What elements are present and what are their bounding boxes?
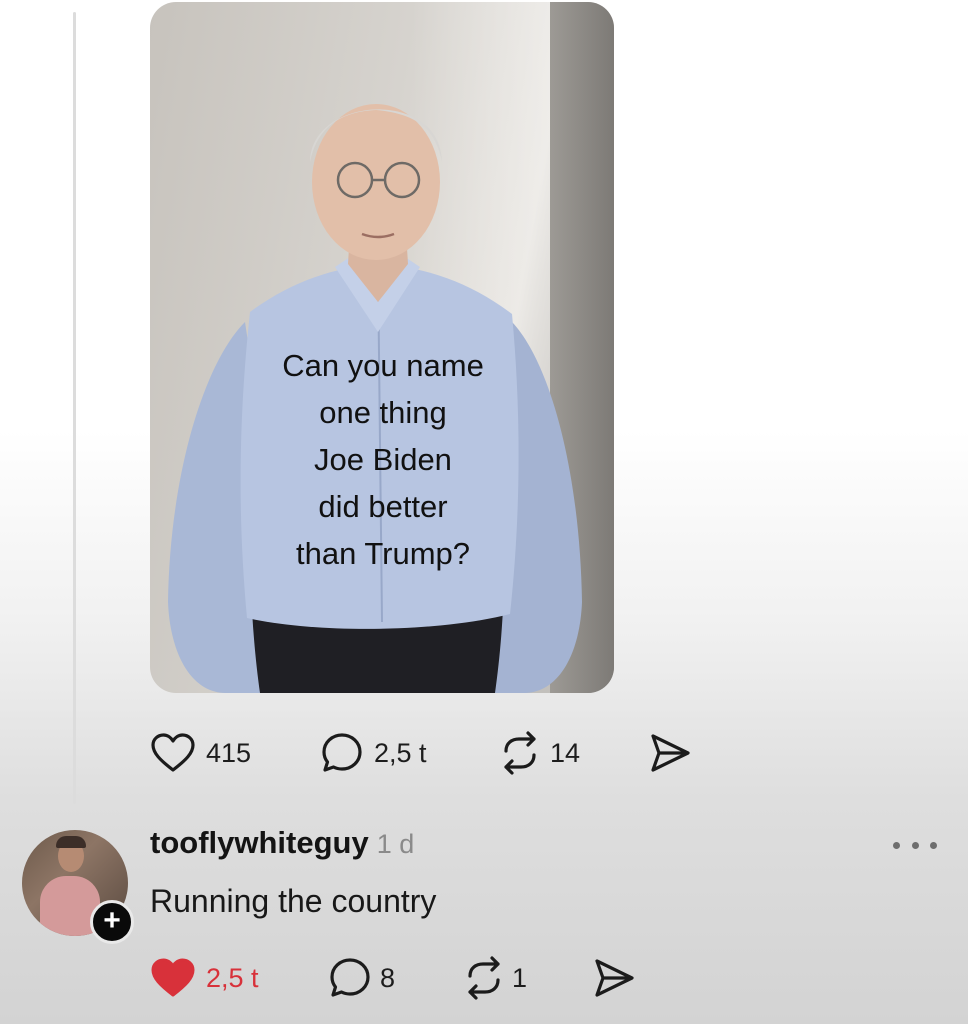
timestamp: 1 d xyxy=(376,829,415,859)
reply-reply-button[interactable]: 8 xyxy=(328,956,462,1000)
image-caption-line: than Trump? xyxy=(295,536,471,571)
repost-icon xyxy=(468,956,500,1000)
follow-button[interactable]: + xyxy=(90,900,134,944)
image-caption-line: Can you name xyxy=(282,348,484,383)
post-repost-button[interactable]: 14 xyxy=(498,731,648,775)
image-caption: Can you name one thing Joe Biden did bet… xyxy=(218,342,548,577)
reply-like-button[interactable]: 2,5 t xyxy=(150,957,328,999)
post-reply-button[interactable]: 2,5 t xyxy=(320,731,498,775)
post-like-button[interactable]: 415 xyxy=(150,732,320,774)
more-options-button[interactable] xyxy=(893,832,937,858)
more-horizontal-icon xyxy=(893,841,900,849)
post-like-count: 415 xyxy=(206,737,252,768)
reply-text: Running the country xyxy=(150,883,437,919)
post-actions: 415 2,5 t 14 xyxy=(150,729,692,777)
repost-icon xyxy=(504,731,536,775)
reply-share-button[interactable] xyxy=(592,956,636,1000)
post-image[interactable]: Can you name one thing Joe Biden did bet… xyxy=(150,2,614,693)
heart-filled-icon xyxy=(151,958,195,997)
reply-actions: 2,5 t 8 1 xyxy=(150,954,636,1002)
image-caption-line: did better xyxy=(318,489,448,524)
post-repost-count: 14 xyxy=(550,737,581,768)
plus-icon: + xyxy=(103,904,121,937)
comment-bubble-icon xyxy=(330,958,370,997)
send-icon xyxy=(651,734,690,772)
reply-reply-count: 8 xyxy=(380,962,396,993)
username[interactable]: tooflywhiteguy xyxy=(150,825,369,861)
image-caption-line: Joe Biden xyxy=(314,442,452,477)
comment-bubble-icon xyxy=(322,733,362,772)
send-icon xyxy=(595,959,634,997)
thread-line xyxy=(73,12,76,804)
heart-icon xyxy=(151,733,195,772)
reply-like-count: 2,5 t xyxy=(206,962,259,993)
post-share-button[interactable] xyxy=(648,731,692,775)
image-caption-line: one thing xyxy=(319,395,447,430)
reply-repost-count: 1 xyxy=(512,962,528,993)
reply-header: tooflywhiteguy 1 d xyxy=(150,825,414,865)
reply-repost-button[interactable]: 1 xyxy=(462,956,592,1000)
post-reply-count: 2,5 t xyxy=(374,737,427,768)
